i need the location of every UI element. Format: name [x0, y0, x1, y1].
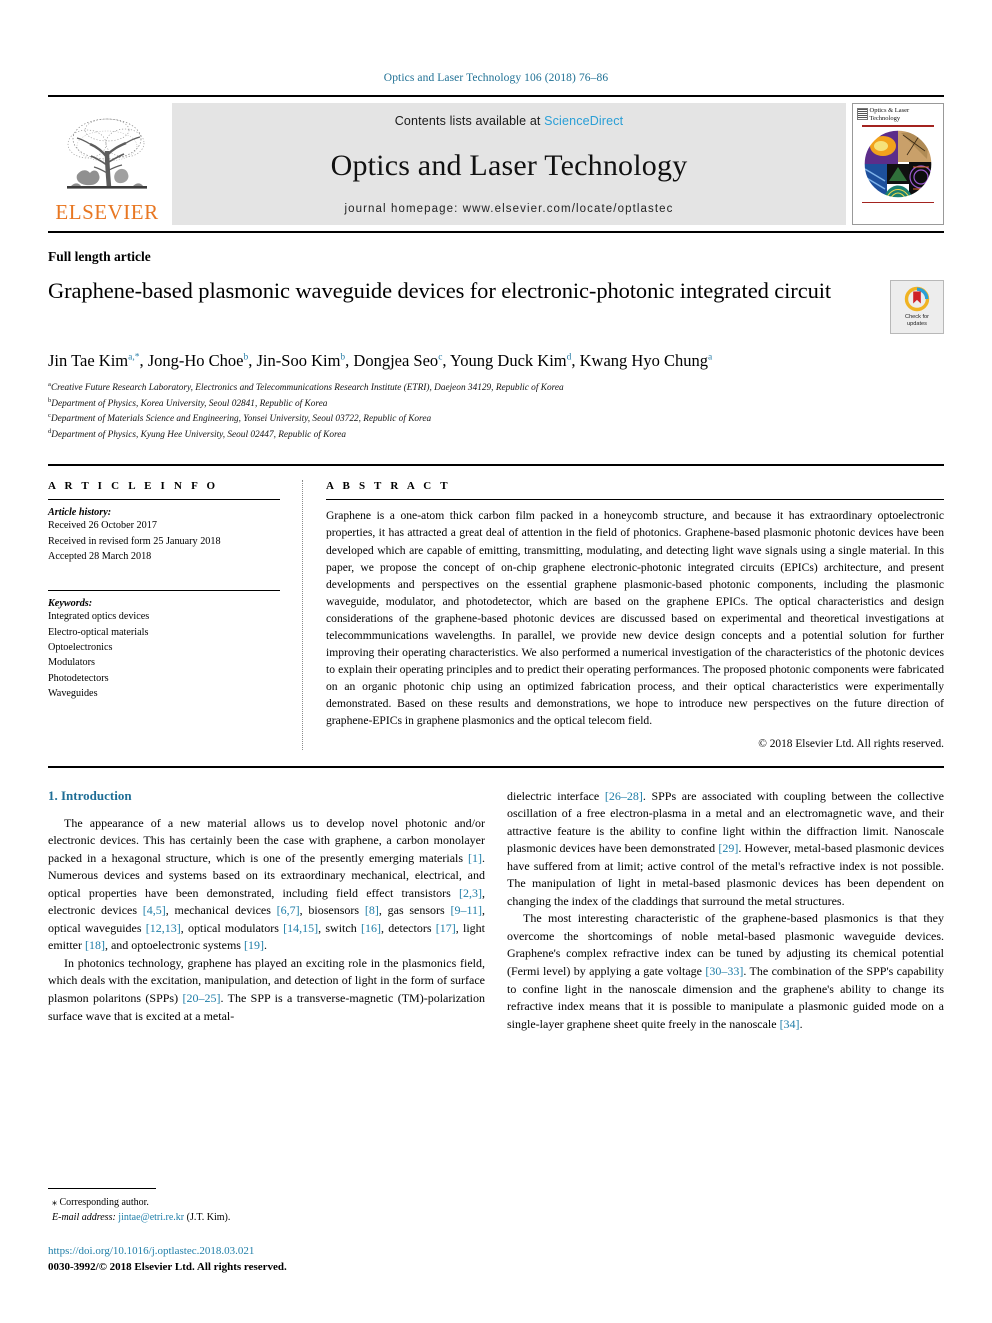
paragraph: The appearance of a new material allows … [48, 815, 485, 953]
keyword-item: Photodetectors [48, 672, 109, 684]
footnote-block: ⁎ Corresponding author. E-mail address: … [48, 1188, 468, 1225]
keyword-item: Integrated optics devices [48, 611, 150, 623]
page-title: Graphene-based plasmonic waveguide devic… [48, 278, 832, 303]
keywords-label: Keywords: [48, 598, 93, 610]
article-history-item: Received in revised form 25 January 2018 [48, 535, 221, 547]
title-row: Graphene-based plasmonic waveguide devic… [48, 277, 944, 334]
cover-top-rule [861, 125, 935, 127]
affiliation-list: aCreative Future Research Laboratory, El… [48, 380, 944, 442]
author-item: Kwang Hyo Chunga [579, 351, 713, 370]
article-history-item: Received 26 October 2017 [48, 520, 157, 532]
issn-copyright-line: 0030-3992/© 2018 Elsevier Ltd. All right… [48, 1260, 287, 1273]
article-type-label: Full length article [48, 249, 151, 264]
article-info-rule [48, 499, 280, 501]
body-column-left: 1. Introduction The appearance of a new … [48, 788, 485, 1033]
cover-artwork [863, 129, 933, 199]
corresponding-marker: ⁎ [52, 1197, 57, 1208]
author-item: Young Duck Kimd [450, 351, 572, 370]
elsevier-tree-icon [67, 118, 147, 189]
email-link[interactable]: jintae@etri.re.kr [118, 1212, 184, 1223]
abstract-copyright: © 2018 Elsevier Ltd. All rights reserved… [758, 737, 944, 750]
paragraph: The most interesting characteristic of t… [507, 911, 944, 1031]
email-label: E-mail address: [52, 1212, 116, 1223]
abstract-rule [326, 499, 944, 501]
doi-link[interactable]: https://doi.org/10.1016/j.optlastec.2018… [48, 1244, 508, 1260]
body-columns: 1. Introduction The appearance of a new … [48, 788, 944, 1033]
elsevier-wordmark: ELSEVIER [55, 200, 159, 224]
affiliation-item: bDepartment of Physics, Korea University… [48, 396, 328, 410]
bottom-identifier-block: https://doi.org/10.1016/j.optlastec.2018… [48, 1244, 508, 1276]
crossmark-label: Check for updates [905, 314, 929, 327]
journal-cover-thumbnail: Optics & Laser Technology [852, 103, 944, 225]
corresponding-author-note: ⁎ Corresponding author. [48, 1195, 468, 1210]
keyword-item: Waveguides [48, 687, 98, 699]
running-head: Optics and Laser Technology 106 (2018) 7… [383, 72, 609, 84]
keyword-item: Modulators [48, 657, 95, 669]
cover-header: Optics & Laser Technology [854, 107, 943, 123]
elsevier-logo: ELSEVIER [48, 103, 166, 225]
paragraph: dielectric interface [26–28]. SPPs are a… [507, 788, 944, 908]
info-abstract-band: A R T I C L E I N F O Article history: R… [48, 464, 944, 768]
article-info-column: A R T I C L E I N F O Article history: R… [48, 480, 302, 749]
author-item: Jin Tae Kima,* [48, 351, 140, 370]
author-item: Jong-Ho Choeb [147, 351, 249, 370]
section-title-introduction: 1. Introduction [48, 787, 132, 803]
article-history-item: Accepted 28 March 2018 [48, 551, 152, 563]
journal-title: Optics and Laser Technology [330, 148, 688, 182]
keywords-rule [48, 590, 280, 592]
crossmark-icon [904, 286, 930, 312]
author-list: Jin Tae Kima,*, Jong-Ho Choeb, Jin-Soo K… [48, 351, 713, 370]
contents-available-line: Contents lists available at ScienceDirec… [395, 114, 623, 128]
journal-masthead: ELSEVIER Contents lists available at Sci… [48, 95, 944, 233]
cover-elsevier-mark-icon [856, 108, 868, 120]
cover-collage-icon [863, 129, 933, 199]
crossmark-badge[interactable]: Check for updates [890, 280, 944, 334]
paper-page: Optics and Laser Technology 106 (2018) 7… [0, 0, 992, 1323]
abstract-column: A B S T R A C T Graphene is a one-atom t… [326, 480, 944, 750]
footnote-rule [48, 1188, 156, 1189]
sciencedirect-link[interactable]: ScienceDirect [544, 114, 623, 128]
keyword-item: Electro-optical materials [48, 626, 149, 638]
keyword-item: Optoelectronics [48, 641, 113, 653]
contents-prefix: Contents lists available at [394, 114, 545, 128]
affiliation-item: dDepartment of Physics, Kyung Hee Univer… [48, 427, 347, 441]
email-owner: (J.T. Kim). [186, 1212, 231, 1223]
band-divider [302, 480, 304, 750]
masthead-contents-box: Contents lists available at ScienceDirec… [172, 103, 846, 225]
paragraph: In photonics technology, graphene has pl… [48, 955, 486, 1023]
affiliation-item: cDepartment of Materials Science and Eng… [48, 412, 432, 425]
journal-homepage-link[interactable]: journal homepage: www.elsevier.com/locat… [344, 203, 673, 215]
author-item: Dongjea Seoc [353, 351, 443, 370]
article-history-label: Article history: [48, 507, 112, 519]
corresponding-text: Corresponding author. [59, 1197, 149, 1208]
cover-bottom-rule [861, 201, 935, 204]
abstract-text: Graphene is a one-atom thick carbon film… [326, 509, 944, 727]
affiliation-item: aCreative Future Research Laboratory, El… [48, 381, 564, 394]
article-info-heading: A R T I C L E I N F O [48, 480, 219, 493]
cover-title: Optics & Laser Technology [869, 107, 910, 123]
body-column-right: dielectric interface [26–28]. SPPs are a… [507, 788, 944, 1033]
email-note: E-mail address: jintae@etri.re.kr (J.T. … [48, 1210, 468, 1225]
abstract-heading: A B S T R A C T [326, 480, 451, 493]
author-item: Jin-Soo Kimb [256, 351, 346, 370]
